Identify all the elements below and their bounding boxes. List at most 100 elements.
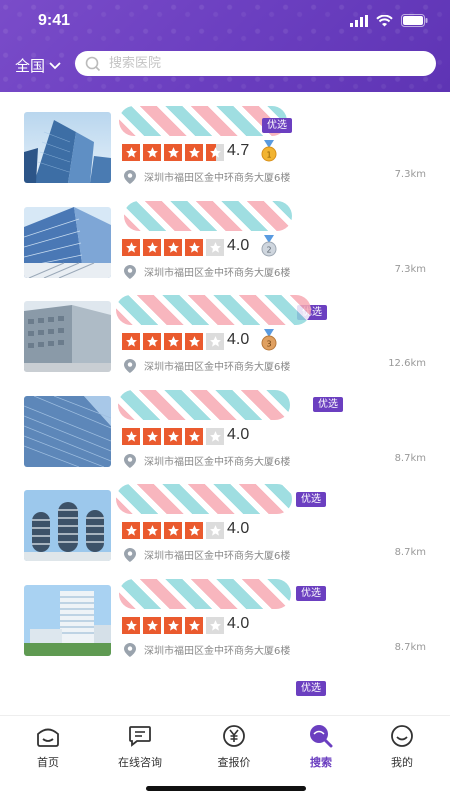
search-bar[interactable] [75,51,436,76]
header: 9:41 全国 [0,0,450,92]
hospital-distance: 7.3km [394,264,426,275]
star-icon [122,333,140,350]
hospital-address: 深圳市福田区金中环商务大厦6楼 [144,362,291,373]
star-rating [122,239,224,256]
location-pin-icon [124,359,136,373]
home-icon [37,728,59,747]
star-icon [185,144,203,161]
tab-profile[interactable]: 我的 [362,724,442,770]
hospital-distance: 8.7km [394,642,426,653]
hospital-name-redacted [124,201,292,231]
tab-label: 查报价 [217,756,251,769]
star-icon [185,239,203,256]
hospital-photo [24,301,111,372]
hospital-address: 深圳市福田区金中环商务大厦6楼 [144,551,291,562]
star-icon [185,333,203,350]
bronze-medal-icon: 3 [261,329,277,351]
svg-text:3: 3 [266,340,271,349]
hospital-card[interactable]: 优选 4.0 3 深圳市福田区金中环商务大厦6楼 12.6km [0,281,450,412]
rating-value: 4.0 [227,237,250,254]
hospital-card[interactable]: 优选 4.0 深圳市福田区金中环商务大厦6楼 8.7km [0,376,450,507]
search-icon [310,725,333,748]
search-input[interactable] [109,56,409,71]
region-selector[interactable]: 全国 [15,55,61,76]
silver-medal-icon: 2 [261,235,277,257]
hospital-photo [24,585,111,656]
star-icon [143,144,161,161]
star-rating [122,522,224,539]
signal-icon [350,14,368,27]
hospital-name-redacted [118,390,290,420]
star-icon [164,239,182,256]
star-icon [185,617,203,634]
star-icon [143,617,161,634]
hospital-card[interactable]: 优选 4.0 深圳市福田区金中环商务大厦6楼 8.7km [0,565,450,696]
rating-value: 4.0 [227,426,250,443]
hospital-name-redacted [116,295,311,325]
hospital-address: 深圳市福田区金中环商务大厦6楼 [144,268,291,279]
rating-value: 4.7 [227,142,250,159]
hospital-distance: 8.7km [394,453,426,464]
empty-star-icon [206,239,224,256]
star-icon [164,522,182,539]
featured-badge: 优选 [262,118,292,133]
star-icon [164,428,182,445]
hospital-photo [24,112,111,183]
home-indicator [146,786,306,791]
tab-quote[interactable]: 查报价 [194,724,274,770]
hospital-address: 深圳市福田区金中环商务大厦6楼 [144,457,291,468]
hospital-distance: 8.7km [394,547,426,558]
hospital-address: 深圳市福田区金中环商务大厦6楼 [144,173,291,184]
search-icon [85,56,101,71]
hospital-card[interactable]: 优选 4.0 深圳市福田区金中环商务大厦6楼 8.7km [0,470,450,601]
star-icon [143,333,161,350]
hospital-name-redacted [119,579,291,609]
star-icon [164,617,182,634]
hospital-photo [24,490,111,561]
tab-online-consult[interactable]: 在线咨询 [100,724,180,770]
tab-search[interactable]: 搜索 [281,724,361,770]
rating-value: 4.0 [227,331,250,348]
tab-label: 在线咨询 [118,756,162,769]
star-icon [143,522,161,539]
star-icon [185,428,203,445]
location-pin-icon [124,170,136,184]
hospital-photo [24,207,111,278]
empty-star-icon [206,522,224,539]
wifi-icon [376,14,393,26]
half-star-icon [206,144,224,161]
star-icon [185,522,203,539]
rating-value: 4.0 [227,520,250,537]
hospital-name-redacted [116,484,292,514]
tab-home[interactable]: 首页 [8,724,88,770]
location-pin-icon [124,265,136,279]
hospital-search-screen: 9:41 全国 优选 [0,0,450,800]
hospital-card[interactable]: 优选 4.0 2 深圳市福田区金中环商务大厦6楼 7.3km [0,187,450,320]
hospital-card[interactable]: 优选 4.7 1 深圳市福田区金中环商务大厦6楼 7.3km [0,92,450,186]
svg-text:2: 2 [266,246,271,255]
svg-text:1: 1 [266,151,271,160]
tab-label: 搜索 [310,756,332,769]
location-pin-icon [124,548,136,562]
empty-star-icon [206,333,224,350]
empty-star-icon [206,428,224,445]
featured-badge: 优选 [296,681,326,696]
battery-icon [401,14,428,27]
rating-value: 4.0 [227,615,250,632]
empty-star-icon [206,617,224,634]
star-rating [122,144,224,161]
region-label: 全国 [15,57,46,75]
star-icon [164,333,182,350]
tab-label: 首页 [37,756,59,769]
star-icon [164,144,182,161]
profile-icon [391,725,413,747]
star-icon [122,617,140,634]
star-icon [143,428,161,445]
chat-icon [129,726,151,747]
hospital-address: 深圳市福田区金中环商务大厦6楼 [144,646,291,657]
hospital-distance: 12.6km [388,358,426,369]
star-rating [122,333,224,350]
star-icon [122,239,140,256]
location-pin-icon [124,643,136,657]
star-icon [122,144,140,161]
